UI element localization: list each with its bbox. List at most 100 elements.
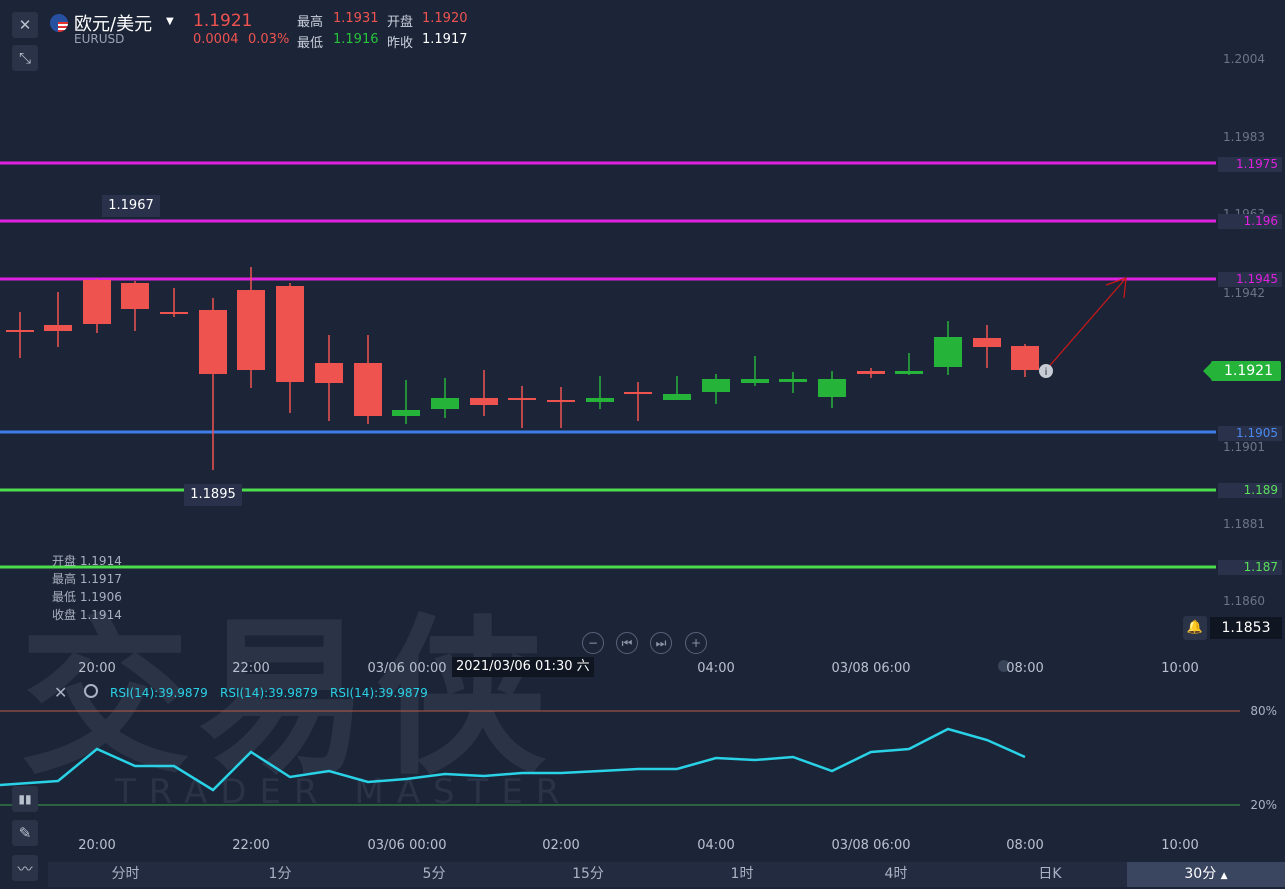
zoom-in-button[interactable]: + (685, 632, 707, 654)
tab-5m[interactable]: 5分 (357, 862, 511, 887)
high-marker: 1.1967 (102, 195, 160, 217)
candle-body[interactable] (779, 379, 807, 382)
tab-4h[interactable]: 4时 (819, 862, 973, 887)
low-label: 最低 (297, 36, 324, 51)
time-label: 22:00 (232, 661, 270, 676)
tab-1h[interactable]: 1时 (665, 862, 819, 887)
candle-body[interactable] (741, 379, 769, 383)
tab-15m[interactable]: 15分 (511, 862, 665, 887)
price-tick: 1.1860 (1223, 594, 1265, 608)
level-tag[interactable]: 1.1975 (1218, 157, 1282, 172)
candle-body[interactable] (818, 379, 846, 397)
close-button[interactable]: ✕ (12, 12, 38, 38)
price-tick: 1.2004 (1223, 52, 1265, 66)
candle-body[interactable] (83, 280, 111, 324)
rsi-label: RSI(14):39.9879 (330, 686, 428, 700)
time-label: 03/08 06:00 (831, 661, 911, 676)
candle-body[interactable] (44, 325, 72, 331)
chart-type-button[interactable]: 〰 (12, 855, 38, 881)
rsi-close-icon[interactable]: ✕ (54, 683, 67, 702)
candle-body[interactable] (470, 398, 498, 405)
time-label: 20:00 (78, 838, 116, 853)
time-label: 08:00 (1006, 661, 1044, 676)
prev-close-label: 昨收 (387, 36, 414, 51)
candle-body[interactable] (392, 410, 420, 416)
rsi-settings-icon[interactable] (84, 684, 98, 698)
ohlc-close: 收盘 1.1914 (52, 608, 122, 622)
high-label: 最高 (297, 15, 324, 30)
flag-icon (50, 14, 68, 32)
forward-button[interactable]: ⏭ (650, 632, 672, 654)
rsi-label: RSI(14):39.9879 (220, 686, 318, 700)
candlestick-chart[interactable]: i (0, 0, 1285, 887)
candle-body[interactable] (624, 392, 652, 394)
crosshair-time: 2021/03/06 01:30 六 (452, 657, 594, 677)
trend-arrow-line[interactable] (1045, 277, 1127, 371)
zoom-out-button[interactable]: − (582, 632, 604, 654)
level-tag[interactable]: 1.189 (1218, 483, 1282, 498)
tab-dropdown-icon: ▲ (1220, 871, 1228, 881)
candle-body[interactable] (199, 310, 227, 374)
alert-price[interactable]: 1.1853 (1210, 617, 1282, 639)
candle-body[interactable] (1011, 346, 1039, 370)
candle-body[interactable] (508, 398, 536, 400)
candles-icon: ▮▮ (18, 792, 32, 806)
time-label: 03/06 00:00 (367, 661, 447, 676)
level-tag[interactable]: 1.1945 (1218, 272, 1282, 287)
candle-body[interactable] (315, 363, 343, 383)
tab-1m[interactable]: 1分 (203, 862, 357, 887)
rewind-button[interactable]: ⏮ (616, 632, 638, 654)
high-value: 1.1931 (333, 11, 379, 26)
candle-body[interactable] (973, 338, 1001, 347)
ohlc-high: 最高 1.1917 (52, 572, 122, 586)
open-label: 开盘 (387, 15, 414, 30)
candle-body[interactable] (857, 371, 885, 374)
collapse-icon: ⤡ (18, 49, 31, 67)
pair-dropdown-icon[interactable]: ▼ (166, 16, 174, 27)
candle-body[interactable] (121, 283, 149, 309)
rsi-lower-label: 20% (1250, 798, 1277, 812)
level-tag[interactable]: 1.1905 (1218, 426, 1282, 441)
candle-body[interactable] (160, 312, 188, 314)
candle-body[interactable] (663, 394, 691, 400)
level-tag[interactable]: 1.196 (1218, 214, 1282, 229)
open-value: 1.1920 (422, 11, 468, 26)
price-tick: 1.1983 (1223, 130, 1265, 144)
draw-button[interactable]: ✎ (12, 820, 38, 846)
candle-body[interactable] (237, 290, 265, 370)
ohlc-open: 开盘 1.1914 (52, 554, 122, 568)
time-label: 10:00 (1161, 661, 1199, 676)
time-label: 08:00 (1006, 838, 1044, 853)
candle-body[interactable] (547, 400, 575, 402)
alert-bell-icon[interactable]: 🔔 (1183, 616, 1207, 640)
last-price: 1.1921 (193, 11, 253, 31)
candle-body[interactable] (6, 330, 34, 332)
candle-body[interactable] (586, 398, 614, 402)
tab-tick[interactable]: 分时 (48, 862, 203, 887)
info-icon-glyph: i (1045, 367, 1048, 378)
tab-30m[interactable]: 30分 ▲ (1127, 862, 1285, 887)
line-chart-icon: 〰 (17, 859, 33, 878)
candle-body[interactable] (354, 363, 382, 416)
collapse-button[interactable]: ⤡ (12, 45, 38, 71)
current-price-tag: 1.1921 (1203, 361, 1281, 381)
price-tick: 1.1901 (1223, 440, 1265, 454)
time-label: 04:00 (697, 661, 735, 676)
rsi-label: RSI(14):39.9879 (110, 686, 208, 700)
candle-body[interactable] (934, 337, 962, 367)
level-tag[interactable]: 1.187 (1218, 560, 1282, 575)
tab-daily[interactable]: 日K (973, 862, 1127, 887)
current-price-value: 1.1921 (1224, 363, 1273, 379)
ohlc-low: 最低 1.1906 (52, 590, 122, 604)
candle-body[interactable] (276, 286, 304, 382)
low-value: 1.1916 (333, 32, 379, 47)
prev-close-value: 1.1917 (422, 32, 468, 47)
candle-body[interactable] (895, 371, 923, 374)
price-tick: 1.1881 (1223, 517, 1265, 531)
candle-body[interactable] (431, 398, 459, 409)
indicator-button[interactable]: ▮▮ (12, 786, 38, 812)
candle-body[interactable] (702, 379, 730, 392)
rsi-line (0, 727, 1026, 792)
time-label: 02:00 (542, 838, 580, 853)
time-label: 22:00 (232, 838, 270, 853)
